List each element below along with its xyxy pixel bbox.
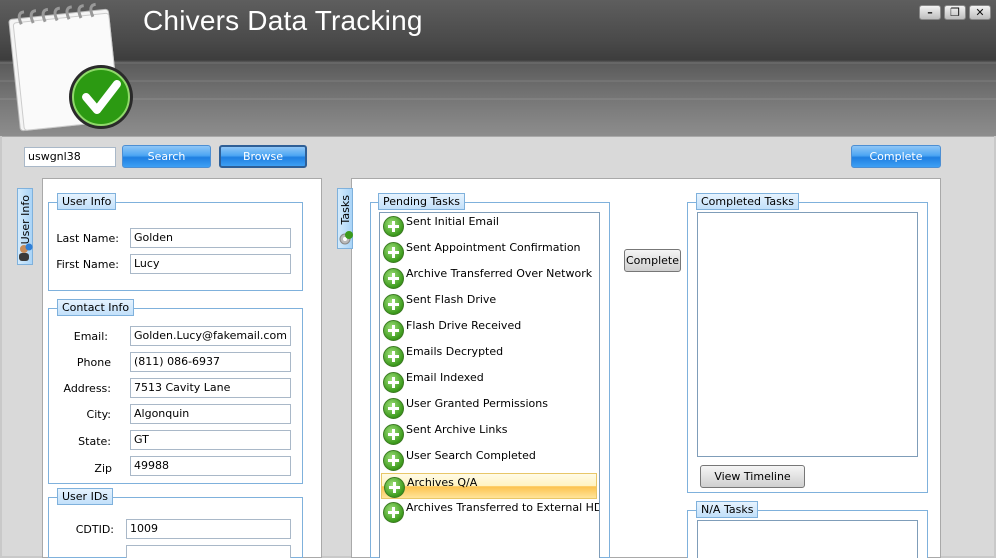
- complete-task-button[interactable]: Complete: [624, 249, 681, 272]
- last-name-label: Last Name:: [56, 232, 119, 245]
- cdtid-label: CDTID:: [75, 523, 114, 536]
- na-tasks-list[interactable]: [697, 520, 918, 558]
- complete-top-button[interactable]: Complete: [851, 145, 941, 168]
- view-timeline-button[interactable]: View Timeline: [700, 465, 805, 488]
- minimize-button[interactable]: –: [919, 5, 941, 20]
- email-label: Email:: [73, 330, 108, 343]
- add-icon[interactable]: [383, 450, 404, 471]
- add-icon[interactable]: [383, 372, 404, 393]
- state-field[interactable]: GT: [130, 430, 291, 450]
- pending-task-label: Emails Decrypted: [406, 345, 504, 358]
- contact-info-group-title: Contact Info: [57, 299, 135, 316]
- search-button[interactable]: Search: [122, 145, 211, 168]
- city-field[interactable]: Algonquin: [130, 404, 291, 424]
- pending-task-label: Archives Q/A: [407, 476, 478, 489]
- tab-tasks-label: Tasks: [339, 195, 352, 225]
- add-icon[interactable]: [384, 477, 405, 498]
- completed-tasks-title: Completed Tasks: [696, 193, 799, 210]
- pending-task-item[interactable]: Archives Transferred to External HD: [381, 499, 600, 525]
- pending-task-item[interactable]: User Granted Permissions: [381, 395, 597, 421]
- na-tasks-title: N/A Tasks: [696, 501, 759, 518]
- add-icon[interactable]: [383, 398, 404, 419]
- add-icon[interactable]: [383, 320, 404, 341]
- city-label: City:: [86, 408, 111, 421]
- cdtid-field[interactable]: 1009: [126, 519, 291, 539]
- add-icon[interactable]: [383, 216, 404, 237]
- pending-task-item[interactable]: Sent Appointment Confirmation: [381, 239, 597, 265]
- add-icon[interactable]: [383, 502, 404, 523]
- pending-task-label: User Granted Permissions: [406, 397, 548, 410]
- add-icon[interactable]: [383, 346, 404, 367]
- restore-button[interactable]: ❐: [944, 5, 966, 20]
- pending-task-item[interactable]: Sent Initial Email: [381, 213, 597, 239]
- address-label: Address:: [63, 382, 111, 395]
- first-name-label: First Name:: [56, 258, 119, 271]
- pending-task-label: Sent Initial Email: [406, 215, 499, 228]
- email-field[interactable]: Golden.Lucy@fakemail.com: [130, 326, 291, 346]
- pending-task-item[interactable]: User Search Completed: [381, 447, 597, 473]
- tab-tasks[interactable]: Tasks: [337, 188, 353, 249]
- pending-task-item[interactable]: Emails Decrypted: [381, 343, 597, 369]
- pending-task-label: Archive Transferred Over Network: [406, 267, 593, 280]
- pending-task-label: User Search Completed: [406, 449, 536, 462]
- pending-task-label: Email Indexed: [406, 371, 484, 384]
- close-button[interactable]: ✕: [969, 5, 991, 20]
- address-field[interactable]: 7513 Cavity Lane: [130, 378, 291, 398]
- phone-label: Phone: [76, 356, 111, 369]
- pending-task-label: Archives Transferred to External HD: [406, 501, 600, 514]
- add-icon[interactable]: [383, 424, 404, 445]
- user-ids-group-title: User IDs: [57, 488, 114, 505]
- browse-button[interactable]: Browse: [219, 145, 307, 168]
- pending-task-label: Sent Archive Links: [406, 423, 508, 436]
- app-title: Chivers Data Tracking: [143, 5, 423, 36]
- completed-tasks-list[interactable]: [697, 212, 918, 457]
- pending-task-item[interactable]: Sent Flash Drive: [381, 291, 597, 317]
- last-name-field[interactable]: Golden: [130, 228, 291, 248]
- user-icon: [19, 243, 33, 261]
- pending-tasks-title: Pending Tasks: [378, 193, 465, 210]
- add-icon[interactable]: [383, 268, 404, 289]
- pending-task-item[interactable]: Archive Transferred Over Network: [381, 265, 597, 291]
- zip-field[interactable]: 49988: [130, 456, 291, 476]
- phone-field[interactable]: (811) 086-6937: [130, 352, 291, 372]
- zip-label: Zip: [94, 462, 112, 475]
- pending-task-item[interactable]: Archives Q/A: [381, 473, 597, 499]
- add-icon[interactable]: [383, 294, 404, 315]
- pending-task-label: Flash Drive Received: [406, 319, 522, 332]
- pending-task-item[interactable]: Email Indexed: [381, 369, 597, 395]
- user-info-group-title: User Info: [57, 193, 117, 210]
- state-label: State:: [78, 435, 111, 448]
- pending-task-item[interactable]: Flash Drive Received: [381, 317, 597, 343]
- user-id-field-2[interactable]: [126, 545, 291, 558]
- pending-task-label: Sent Flash Drive: [406, 293, 497, 306]
- first-name-field[interactable]: Lucy: [130, 254, 291, 274]
- pending-task-label: Sent Appointment Confirmation: [406, 241, 581, 254]
- add-icon[interactable]: [383, 242, 404, 263]
- app-logo-icon: [8, 2, 133, 132]
- tab-user-info-label: User Info: [19, 195, 32, 245]
- search-input[interactable]: uswgnl38: [24, 147, 116, 167]
- tab-user-info[interactable]: User Info: [17, 188, 33, 265]
- pending-task-item[interactable]: Sent Archive Links: [381, 421, 597, 447]
- gear-icon: [339, 231, 353, 245]
- pending-tasks-list[interactable]: Sent Initial Email Sent Appointment Confi…: [379, 212, 600, 558]
